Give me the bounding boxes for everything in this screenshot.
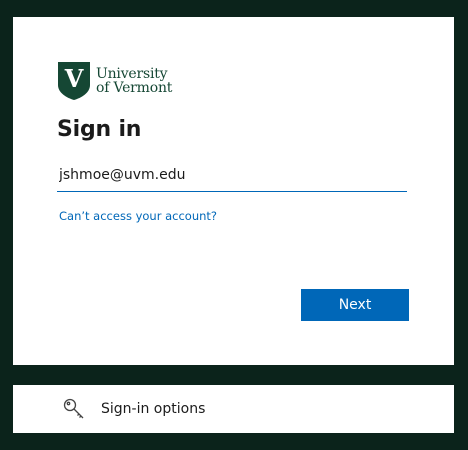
sign-in-card: V University of Vermont Sign in Can’t ac… <box>13 17 454 365</box>
email-field-container <box>57 161 407 192</box>
uvm-shield-icon: V <box>58 62 90 100</box>
wordmark-line-2: of Vermont <box>96 80 173 96</box>
cant-access-account-link[interactable]: Can’t access your account? <box>59 209 217 223</box>
page-title: Sign in <box>57 117 142 142</box>
next-button[interactable]: Next <box>301 289 409 321</box>
svg-text:V: V <box>64 64 84 93</box>
sign-in-options-label: Sign-in options <box>101 401 206 417</box>
sign-in-options-button[interactable]: Sign-in options <box>13 385 454 433</box>
wordmark-line-1: University <box>96 66 168 82</box>
university-logo: V University of Vermont <box>57 61 172 101</box>
email-field[interactable] <box>57 161 407 189</box>
university-wordmark: University of Vermont <box>96 67 172 95</box>
key-icon <box>63 398 84 419</box>
